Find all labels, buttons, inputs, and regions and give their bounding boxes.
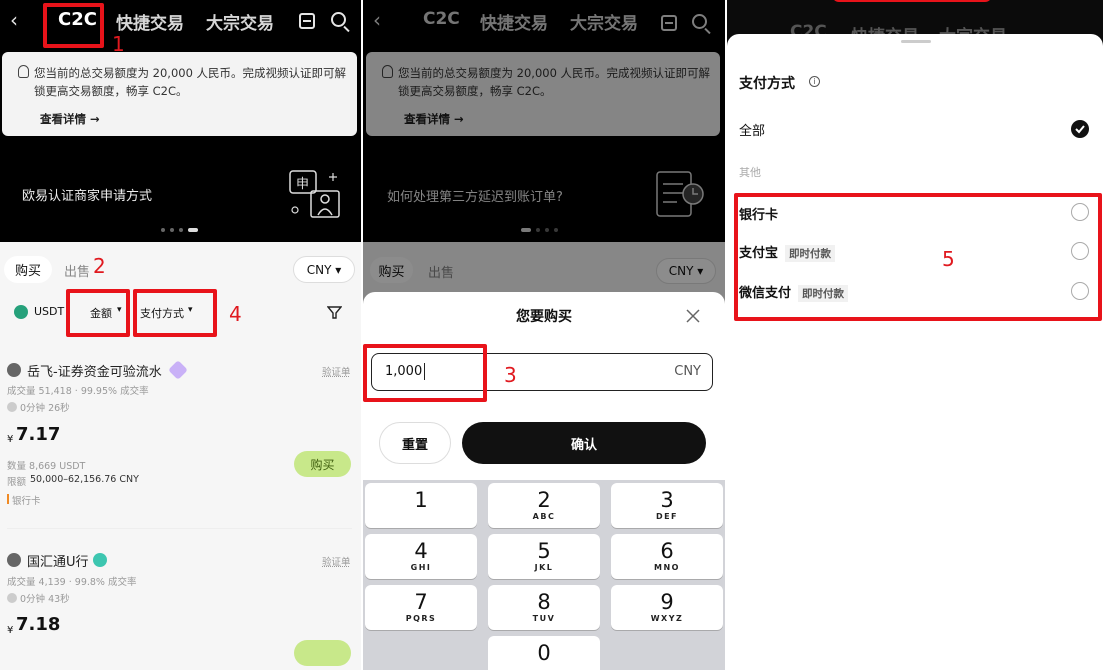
check-icon xyxy=(1071,120,1089,138)
annotation-number-3: 3 xyxy=(504,363,517,387)
sell-tab[interactable]: 出售 xyxy=(64,261,90,280)
confirm-button[interactable]: 确认 xyxy=(462,422,706,464)
payment-method-sheet: 支付方式 i 全部 其他 银行卡 支付宝 即时付款 微信支付 即时付款 xyxy=(727,34,1103,670)
sheet-title: 您要购买 xyxy=(516,309,572,325)
notice-text: 您当前的总交易额度为 20,000 人民币。完成视频认证即可解锁更高交易额度，畅… xyxy=(34,66,347,98)
key-9[interactable]: 9 WXYZ xyxy=(611,585,723,630)
clock-icon xyxy=(7,593,17,603)
method-marker xyxy=(7,494,9,504)
avg-release-time: 0分钟 43秒 xyxy=(20,594,70,605)
price: 7.18 xyxy=(16,614,61,635)
key-4[interactable]: 4 GHI xyxy=(365,534,477,579)
annotation-box-1 xyxy=(43,3,104,48)
key-5[interactable]: 5 JKL xyxy=(488,534,600,579)
price: 7.17 xyxy=(16,424,61,445)
annotation-box-5 xyxy=(734,193,1102,321)
tab-block-trade[interactable]: 大宗交易 xyxy=(206,9,274,34)
amount-unit: CNY xyxy=(674,364,701,379)
info-icon[interactable]: i xyxy=(809,76,820,87)
annotation-number-2: 2 xyxy=(93,254,106,278)
currency-select[interactable]: CNY ▾ xyxy=(293,256,355,283)
tab-quick-trade[interactable]: 快捷交易 xyxy=(116,9,184,34)
annotation-box-top xyxy=(832,0,992,2)
svg-text:申: 申 xyxy=(296,177,309,192)
section-other: 其他 xyxy=(739,166,761,179)
avatar xyxy=(7,363,21,377)
key-1[interactable]: 1 xyxy=(365,483,477,528)
sheet-title: 支付方式 xyxy=(739,76,795,92)
reset-button[interactable]: 重置 xyxy=(379,422,451,464)
option-all[interactable]: 全部 xyxy=(739,120,765,139)
merchant-stats: 成交量 4,139 · 99.8% 成交率 xyxy=(7,577,137,588)
currency-sign: ¥ xyxy=(7,434,14,445)
annotation-number-4: 4 xyxy=(229,302,242,326)
limit-label: 限额 xyxy=(7,477,27,488)
merchant-name[interactable]: 国汇通U行 xyxy=(27,551,89,570)
limit-notice: 您当前的总交易额度为 20,000 人民币。完成视频认证即可解锁更高交易额度，畅… xyxy=(2,52,357,136)
merchant-badge-icon xyxy=(93,553,107,567)
annotation-box-3 xyxy=(363,344,487,402)
buy-button[interactable]: 购买 xyxy=(294,451,351,477)
banner-title[interactable]: 欧易认证商家申请方式 xyxy=(22,185,152,204)
merchant-name[interactable]: 岳飞-证券资金可验流水 xyxy=(27,361,162,380)
buy-button[interactable] xyxy=(294,640,351,666)
clock-icon xyxy=(7,402,17,412)
merchant-badge-icon xyxy=(168,360,188,380)
scan-icon[interactable] xyxy=(299,13,315,29)
merchant-certificate-icon: 申 xyxy=(289,170,340,218)
annotation-box-2 xyxy=(66,289,130,337)
annotation-number-1: 1 xyxy=(112,32,125,56)
key-6[interactable]: 6 MNO xyxy=(611,534,723,579)
filter-icon[interactable] xyxy=(327,305,342,320)
verified-tag: 验证单 xyxy=(322,367,351,378)
buy-tab[interactable]: 购买 xyxy=(4,256,52,283)
usdt-icon xyxy=(14,305,28,319)
currency-sign: ¥ xyxy=(7,625,14,636)
key-8[interactable]: 8 TUV xyxy=(488,585,600,630)
key-3[interactable]: 3 DEF xyxy=(611,483,723,528)
key-0[interactable]: 0 xyxy=(488,636,600,670)
merchant-stats: 成交量 51,418 · 99.95% 成交率 xyxy=(7,386,149,397)
notice-more-link[interactable]: 查看详情 → xyxy=(40,111,100,127)
quantity: 数量 8,669 USDT xyxy=(7,461,86,472)
annotation-number-5: 5 xyxy=(942,247,955,271)
bulb-icon xyxy=(18,65,29,78)
avg-release-time: 0分钟 26秒 xyxy=(20,403,70,414)
limit-range: 50,000–62,156.76 CNY xyxy=(30,474,139,485)
numeric-keypad: 1 2 ABC 3 DEF 4 GHI 5 JKL 6 MNO 7 PQRS 8 TUV 9W… xyxy=(363,480,725,670)
payment-method: 银行卡 xyxy=(12,496,41,507)
drag-handle[interactable] xyxy=(901,40,931,43)
key-7[interactable]: 7 PQRS xyxy=(365,585,477,630)
close-icon[interactable] xyxy=(685,308,701,324)
search-icon[interactable] xyxy=(331,12,346,27)
panel-amount-input: ‹ C2C 快捷交易 大宗交易 您当前的总交易额度为 20,000 人民币。完成… xyxy=(363,0,725,670)
verified-tag: 验证单 xyxy=(322,557,351,568)
avatar xyxy=(7,553,21,567)
carousel-dots xyxy=(161,228,203,232)
panel-c2c-list: ‹ C2C 快捷交易 大宗交易 您当前的总交易额度为 20,000 人民币。完成… xyxy=(0,0,361,670)
divider xyxy=(7,528,352,529)
back-icon[interactable]: ‹ xyxy=(10,8,18,32)
key-2[interactable]: 2 ABC xyxy=(488,483,600,528)
panel-payment-method: C2C 快捷交易 大宗交易 支付方式 i 全部 其他 银行卡 支付宝即时付款 微… xyxy=(727,0,1103,670)
coin-filter[interactable]: USDT xyxy=(34,305,64,318)
annotation-box-4 xyxy=(133,289,217,337)
